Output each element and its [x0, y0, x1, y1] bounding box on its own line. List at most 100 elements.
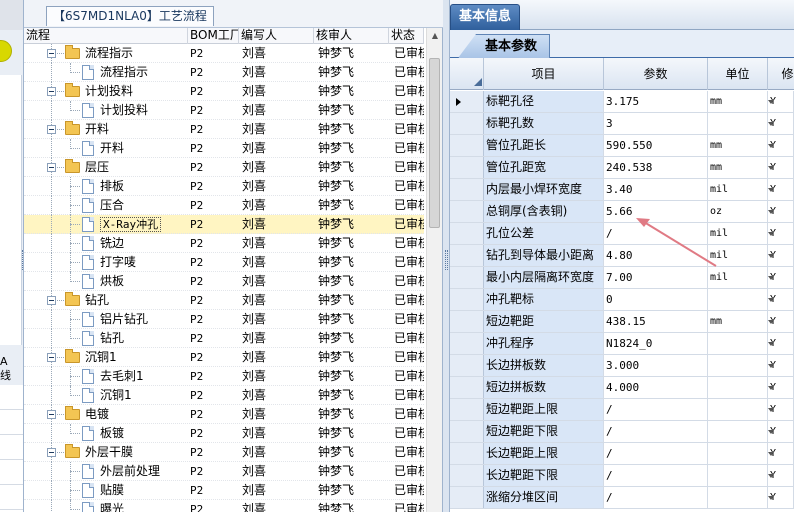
param-unit-cell[interactable]: mil: [708, 179, 768, 200]
collapse-toggle-icon[interactable]: [47, 410, 56, 419]
param-item-cell[interactable]: 涨缩分堆区间: [484, 487, 604, 508]
param-item-cell[interactable]: 最小内层隔离环宽度: [484, 267, 604, 288]
param-unit-cell[interactable]: mil: [708, 245, 768, 266]
param-unit-cell[interactable]: [708, 355, 768, 376]
grid-corner-cell[interactable]: [450, 58, 484, 90]
param-row[interactable]: 总铜厚(含表铜) 5.66 oz Y: [450, 201, 794, 223]
param-item-cell[interactable]: 长边靶距下限: [484, 465, 604, 486]
param-item-cell[interactable]: 孔位公差: [484, 223, 604, 244]
param-row[interactable]: 钻孔到导体最小距离 4.80 mil Y: [450, 245, 794, 267]
column-header-unit[interactable]: 单位: [708, 58, 768, 90]
param-row[interactable]: 短边拼板数 4.000 Y: [450, 377, 794, 399]
param-item-cell[interactable]: 冲孔程序: [484, 333, 604, 354]
row-indicator[interactable]: [450, 157, 484, 178]
dropdown-arrow-icon[interactable]: [768, 342, 774, 346]
row-indicator[interactable]: [450, 113, 484, 134]
param-item-cell[interactable]: 总铜厚(含表铜): [484, 201, 604, 222]
tree-step-row[interactable]: 沉铜1 P2 刘喜 钟梦飞 已审核: [24, 386, 424, 405]
param-unit-cell[interactable]: mil: [708, 267, 768, 288]
collapse-toggle-icon[interactable]: [47, 125, 56, 134]
row-indicator[interactable]: [450, 179, 484, 200]
param-unit-cell[interactable]: [708, 289, 768, 310]
tree-step-row[interactable]: 压合 P2 刘喜 钟梦飞 已审核: [24, 196, 424, 215]
param-row[interactable]: 短边靶距 438.15 mm Y: [450, 311, 794, 333]
tree-step-row[interactable]: 排板 P2 刘喜 钟梦飞 已审核: [24, 177, 424, 196]
collapse-toggle-icon[interactable]: [47, 49, 56, 58]
tree-step-row[interactable]: 计划投料 P2 刘喜 钟梦飞 已审核: [24, 101, 424, 120]
dropdown-arrow-icon[interactable]: [768, 276, 774, 280]
param-row[interactable]: 涨缩分堆区间 / Y: [450, 487, 794, 509]
dropdown-arrow-icon[interactable]: [768, 408, 774, 412]
dropdown-arrow-icon[interactable]: [768, 452, 774, 456]
param-unit-cell[interactable]: mm: [708, 311, 768, 332]
dropdown-arrow-icon[interactable]: [768, 298, 774, 302]
tree-vertical-scrollbar[interactable]: ▲: [426, 28, 442, 512]
dropdown-arrow-icon[interactable]: [768, 364, 774, 368]
param-row[interactable]: 短边靶距上限 / Y: [450, 399, 794, 421]
row-indicator[interactable]: [450, 443, 484, 464]
tab-basic-params[interactable]: 基本参数: [458, 34, 551, 58]
collapse-toggle-icon[interactable]: [47, 296, 56, 305]
tree-step-row[interactable]: 曝光 P2 刘喜 钟梦飞 已审核: [24, 500, 424, 512]
param-item-cell[interactable]: 短边靶距下限: [484, 421, 604, 442]
column-header-reviewer[interactable]: 核审人: [314, 28, 389, 44]
collapse-toggle-icon[interactable]: [47, 163, 56, 172]
tree-group-row[interactable]: 钻孔 P2 刘喜 钟梦飞 已审核: [24, 291, 424, 310]
collapse-toggle-icon[interactable]: [47, 87, 56, 96]
param-item-cell[interactable]: 钻孔到导体最小距离: [484, 245, 604, 266]
tree-group-row[interactable]: 层压 P2 刘喜 钟梦飞 已审核: [24, 158, 424, 177]
dropdown-arrow-icon[interactable]: [768, 320, 774, 324]
param-row[interactable]: 管位孔距宽 240.538 mm Y: [450, 157, 794, 179]
param-value-cell[interactable]: 4.000: [604, 377, 708, 398]
tree-step-row[interactable]: 铣边 P2 刘喜 钟梦飞 已审核: [24, 234, 424, 253]
column-header-param[interactable]: 参数: [604, 58, 708, 90]
column-header-status[interactable]: 状态: [389, 28, 424, 44]
param-row[interactable]: 冲孔靶标 0 Y: [450, 289, 794, 311]
param-item-cell[interactable]: 短边靶距: [484, 311, 604, 332]
param-row[interactable]: 长边靶距下限 / Y: [450, 465, 794, 487]
param-unit-cell[interactable]: mm: [708, 157, 768, 178]
dropdown-arrow-icon[interactable]: [768, 188, 774, 192]
row-indicator[interactable]: [450, 223, 484, 244]
column-header-item[interactable]: 项目: [484, 58, 604, 90]
dropdown-arrow-icon[interactable]: [768, 210, 774, 214]
collapse-toggle-icon[interactable]: [47, 353, 56, 362]
row-indicator[interactable]: [450, 333, 484, 354]
tree-step-row[interactable]: 流程指示 P2 刘喜 钟梦飞 已审核: [24, 63, 424, 82]
param-value-cell[interactable]: 438.15: [604, 311, 708, 332]
row-indicator[interactable]: [450, 201, 484, 222]
row-indicator[interactable]: [450, 421, 484, 442]
dropdown-arrow-icon[interactable]: [768, 474, 774, 478]
row-indicator[interactable]: [450, 135, 484, 156]
param-row[interactable]: 长边靶距上限 / Y: [450, 443, 794, 465]
param-value-cell[interactable]: 5.66: [604, 201, 708, 222]
param-unit-cell[interactable]: [708, 487, 768, 508]
dropdown-arrow-icon[interactable]: [768, 386, 774, 390]
param-item-cell[interactable]: 短边靶距上限: [484, 399, 604, 420]
param-row[interactable]: 内层最小焊环宽度 3.40 mil Y: [450, 179, 794, 201]
param-item-cell[interactable]: 管位孔距长: [484, 135, 604, 156]
row-indicator[interactable]: [450, 91, 484, 112]
row-indicator[interactable]: [450, 377, 484, 398]
param-unit-cell[interactable]: mm: [708, 135, 768, 156]
param-value-cell[interactable]: /: [604, 443, 708, 464]
param-unit-cell[interactable]: [708, 377, 768, 398]
tree-group-row[interactable]: 开料 P2 刘喜 钟梦飞 已审核: [24, 120, 424, 139]
tree-group-row[interactable]: 计划投料 P2 刘喜 钟梦飞 已审核: [24, 82, 424, 101]
collapse-toggle-icon[interactable]: [47, 448, 56, 457]
row-indicator[interactable]: [450, 267, 484, 288]
dropdown-arrow-icon[interactable]: [768, 122, 774, 126]
row-indicator[interactable]: [450, 311, 484, 332]
param-row[interactable]: 标靶孔径 3.175 mm Y: [450, 91, 794, 113]
dropdown-arrow-icon[interactable]: [768, 254, 774, 258]
column-header-modify[interactable]: 修: [768, 58, 794, 90]
param-item-cell[interactable]: 长边靶距上限: [484, 443, 604, 464]
param-value-cell[interactable]: /: [604, 487, 708, 508]
param-row[interactable]: 长边拼板数 3.000 Y: [450, 355, 794, 377]
row-indicator[interactable]: [450, 399, 484, 420]
param-value-cell[interactable]: /: [604, 465, 708, 486]
param-row[interactable]: 管位孔距长 590.550 mm Y: [450, 135, 794, 157]
dropdown-arrow-icon[interactable]: [768, 166, 774, 170]
param-value-cell[interactable]: /: [604, 399, 708, 420]
tree-step-row[interactable]: 打字唛 P2 刘喜 钟梦飞 已审核: [24, 253, 424, 272]
